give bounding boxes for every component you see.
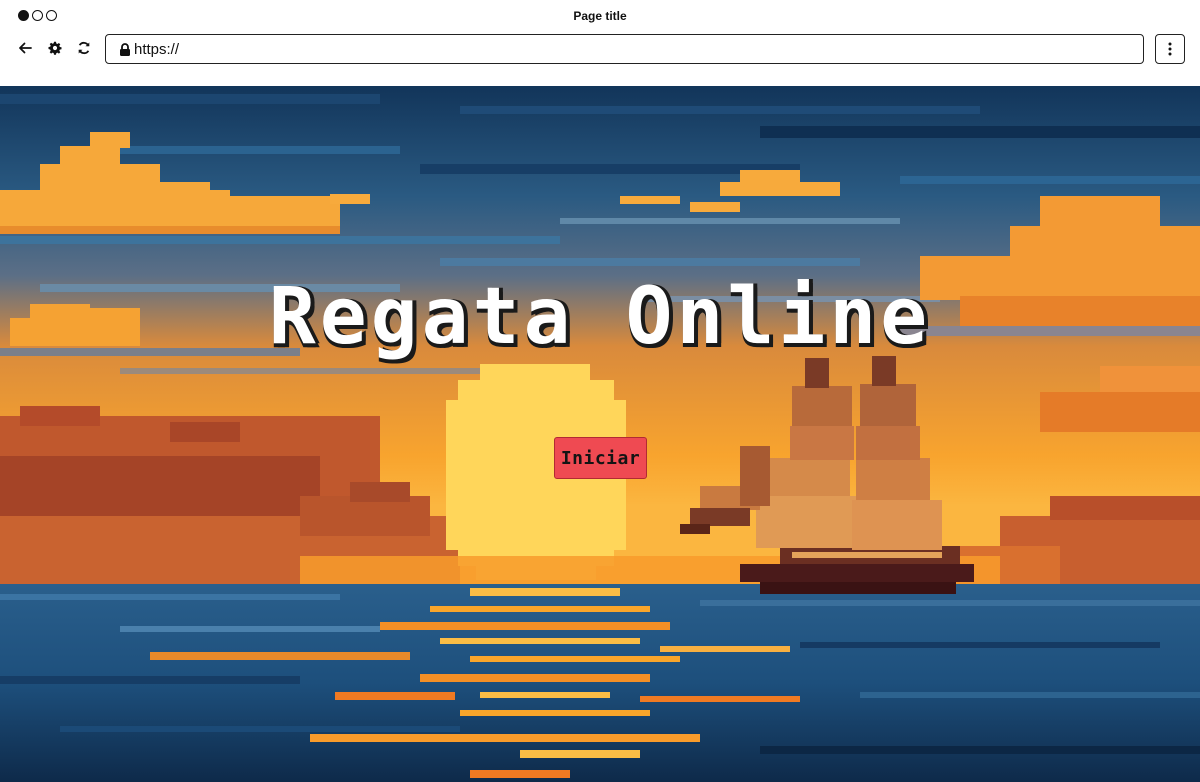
game-title: Regata Online [268,272,932,362]
gear-icon [48,41,62,55]
back-button[interactable] [15,38,35,58]
kebab-menu-icon [1168,42,1172,56]
start-button[interactable]: Iniciar [554,437,647,479]
game-viewport[interactable]: Regata Online Iniciar [0,86,1200,782]
page-title: Page title [573,9,627,23]
address-bar[interactable] [105,34,1144,64]
sunset-sea-background [0,86,1200,782]
browser-menu-button[interactable] [1155,34,1185,64]
browser-chrome: Page title [0,0,1200,86]
reload-button[interactable] [74,38,94,58]
reload-icon [78,41,90,55]
url-input[interactable] [134,35,1143,63]
lock-icon [120,42,130,56]
settings-button[interactable] [45,38,65,58]
arrow-left-icon [19,42,32,54]
